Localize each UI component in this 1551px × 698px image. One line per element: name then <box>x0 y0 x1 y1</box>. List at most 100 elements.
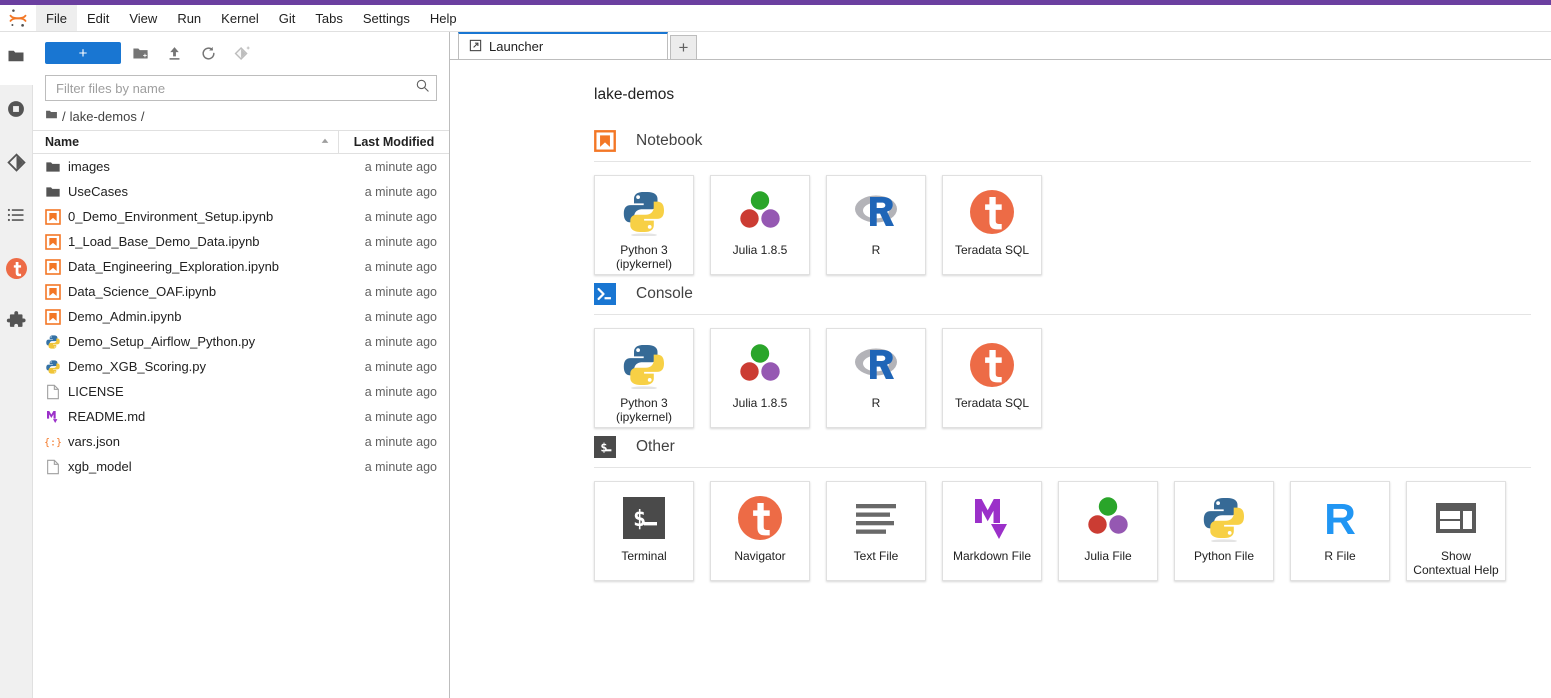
launcher-card[interactable]: Show Contextual Help <box>1406 481 1506 581</box>
menu-item-edit[interactable]: Edit <box>77 5 119 31</box>
column-header-last-modified[interactable]: Last Modified <box>339 135 449 149</box>
file-row-modified: a minute ago <box>364 259 437 274</box>
file-row-label: LICENSE <box>68 384 124 399</box>
launcher-card-grid: Python 3 (ipykernel) Julia 1.8.5 R Teradata … <box>594 328 1531 428</box>
launcher-card[interactable]: Python 3 (ipykernel) <box>594 175 694 275</box>
menu-item-help-label: Help <box>429 10 457 26</box>
launcher-card[interactable]: R <box>826 175 926 275</box>
julia-logo-icon <box>736 340 784 390</box>
file-list[interactable]: images a minute ago UseCases a minute ago 0_… <box>33 154 449 698</box>
menu-item-help[interactable]: Help <box>420 5 467 31</box>
python-logo-icon <box>620 340 668 390</box>
jupyter-logo-icon <box>0 5 36 31</box>
file-list-row[interactable]: Data_Engineering_Exploration.ipynb a minu… <box>33 254 449 279</box>
launcher-card[interactable]: Text File <box>826 481 926 581</box>
file-list-row[interactable]: Demo_Admin.ipynb a minute ago <box>33 304 449 329</box>
file-list-row[interactable]: images a minute ago <box>33 154 449 179</box>
launcher-card[interactable]: R <box>826 328 926 428</box>
launcher-section-header: Console <box>594 283 1531 314</box>
breadcrumb-separator-2: / <box>140 108 145 124</box>
menu-item-git[interactable]: Git <box>269 5 306 31</box>
git-diamond-icon <box>6 152 27 178</box>
add-tab-button[interactable]: + <box>670 35 697 59</box>
file-row-label: Data_Science_OAF.ipynb <box>68 284 217 299</box>
file-row-name-cell: Demo_Setup_Airflow_Python.py <box>33 334 339 350</box>
launcher-section: Console Python 3 (ipykernel) Julia 1.8.5 R Te… <box>594 283 1531 428</box>
file-list-row[interactable]: README.md a minute ago <box>33 404 449 429</box>
sort-ascending-icon <box>320 135 330 149</box>
sidebar-item-running-sessions[interactable] <box>0 85 33 138</box>
sidebar-item-file-browser[interactable] <box>0 32 33 85</box>
menu-item-file[interactable]: File <box>36 5 77 31</box>
file-row-name-cell: Demo_Admin.ipynb <box>33 308 339 325</box>
menu-item-view[interactable]: View <box>119 5 167 31</box>
git-clone-icon[interactable] <box>227 41 257 65</box>
file-list-row[interactable]: Demo_XGB_Scoring.py a minute ago <box>33 354 449 379</box>
sidebar-item-git[interactable] <box>0 138 33 191</box>
file-list-row[interactable]: Data_Science_OAF.ipynb a minute ago <box>33 279 449 304</box>
launcher-folder-title: lake-demos <box>594 86 675 103</box>
launcher-card[interactable]: Python 3 (ipykernel) <box>594 328 694 428</box>
launcher-card[interactable]: Julia 1.8.5 <box>710 175 810 275</box>
file-list-row[interactable]: {:} vars.json a minute ago <box>33 429 449 454</box>
launcher-card[interactable]: Markdown File <box>942 481 1042 581</box>
file-row-name-cell: Demo_XGB_Scoring.py <box>33 359 339 375</box>
new-folder-icon[interactable] <box>125 41 155 65</box>
launcher-card[interactable]: Teradata SQL <box>942 328 1042 428</box>
tab-launcher[interactable]: Launcher <box>458 32 668 59</box>
column-header-name[interactable]: Name <box>33 131 339 153</box>
sidebar-item-extension-manager[interactable] <box>0 297 33 350</box>
menu-item-kernel[interactable]: Kernel <box>211 5 269 31</box>
svg-text:$: $ <box>600 441 607 455</box>
launcher-card[interactable]: Julia File <box>1058 481 1158 581</box>
notebook-icon <box>45 208 61 225</box>
file-list-row[interactable]: 0_Demo_Environment_Setup.ipynb a minute a… <box>33 204 449 229</box>
new-launcher-button[interactable]: + <box>45 42 121 64</box>
launcher-section: $ Other $ Terminal Navigator Text File Markdow… <box>594 436 1531 581</box>
left-sidebar-rail <box>0 32 33 698</box>
breadcrumb-path[interactable]: lake-demos <box>70 109 137 124</box>
file-row-modified: a minute ago <box>364 284 437 299</box>
refresh-icon[interactable] <box>193 41 223 65</box>
menu-item-file-label: File <box>46 10 67 26</box>
breadcrumb-separator-1: / <box>62 108 66 124</box>
notebook-icon <box>45 283 61 300</box>
file-row-name-cell: UseCases <box>33 184 339 200</box>
launcher-card-label: Markdown File <box>952 549 1032 563</box>
teradata-t-icon <box>968 340 1016 390</box>
breadcrumb-home-icon[interactable] <box>45 108 58 124</box>
file-list-row[interactable]: 1_Load_Base_Demo_Data.ipynb a minute ago <box>33 229 449 254</box>
menu-item-tabs[interactable]: Tabs <box>305 5 352 31</box>
file-list-row[interactable]: UseCases a minute ago <box>33 179 449 204</box>
file-row-modified: a minute ago <box>364 334 437 349</box>
launcher-card[interactable]: Teradata SQL <box>942 175 1042 275</box>
file-row-modified: a minute ago <box>364 434 437 449</box>
launcher-card-grid: Python 3 (ipykernel) Julia 1.8.5 R Teradata … <box>594 175 1531 275</box>
launcher-card-label: Python File <box>1193 549 1255 563</box>
search-input[interactable] <box>56 80 415 96</box>
file-list-row[interactable]: Demo_Setup_Airflow_Python.py a minute ago <box>33 329 449 354</box>
sidebar-item-teradata[interactable] <box>0 244 33 297</box>
file-row-label: Data_Engineering_Exploration.ipynb <box>68 259 280 274</box>
launcher-card[interactable]: Navigator <box>710 481 810 581</box>
tab-launcher-label: Launcher <box>489 39 544 54</box>
launcher-card[interactable]: Julia 1.8.5 <box>710 328 810 428</box>
julia-logo-icon <box>736 187 784 237</box>
file-row-label: Demo_Admin.ipynb <box>68 309 182 324</box>
menu-item-settings[interactable]: Settings <box>353 5 420 31</box>
launcher-icon <box>469 39 482 55</box>
file-list-row[interactable]: LICENSE a minute ago <box>33 379 449 404</box>
file-list-row[interactable]: xgb_model a minute ago <box>33 454 449 479</box>
search-icon[interactable] <box>415 78 430 98</box>
menu-item-list: File Edit View Run Kernel Git Tabs Setti… <box>36 5 467 31</box>
launcher-card[interactable]: Python File <box>1174 481 1274 581</box>
file-filter-box[interactable] <box>45 75 437 101</box>
sidebar-item-table-of-contents[interactable] <box>0 191 33 244</box>
menu-item-run[interactable]: Run <box>167 5 211 31</box>
notebook-section-icon <box>594 130 616 152</box>
menu-item-settings-label: Settings <box>362 10 410 26</box>
python-file-icon <box>45 359 61 375</box>
launcher-card[interactable]: $ Terminal <box>594 481 694 581</box>
upload-icon[interactable] <box>159 41 189 65</box>
launcher-card[interactable]: R R File <box>1290 481 1390 581</box>
